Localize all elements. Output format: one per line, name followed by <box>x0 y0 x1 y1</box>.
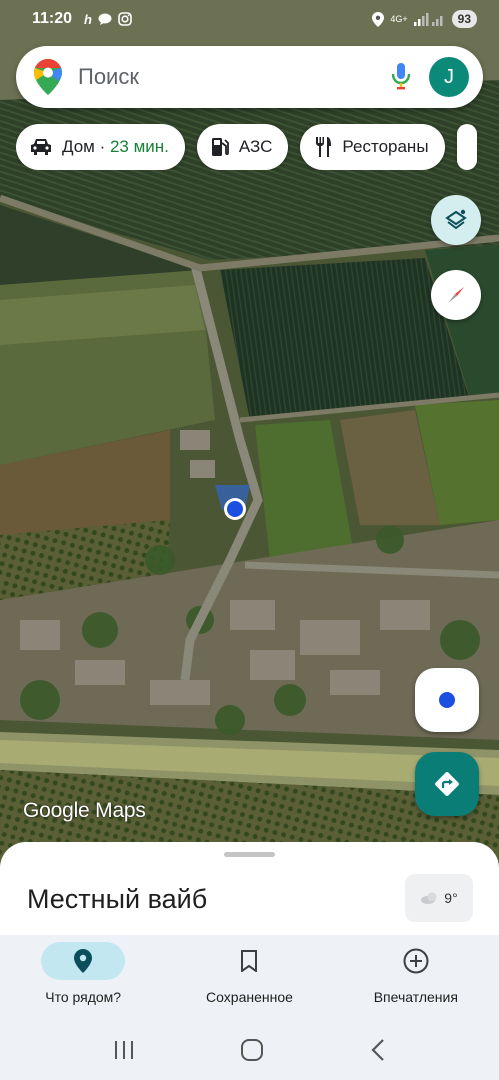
gas-station-icon <box>211 137 229 157</box>
compass-button[interactable] <box>431 270 481 320</box>
my-location-icon <box>439 692 455 708</box>
nav-explore-label: Что рядом? <box>45 989 122 1005</box>
nav-contribute-label: Впечатления <box>373 989 458 1005</box>
chip-restaurants[interactable]: Рестораны <box>300 124 445 170</box>
bottom-navigation: Что рядом? Сохраненное Впечатления <box>0 935 499 1020</box>
signal-icon <box>413 13 443 26</box>
compass-icon <box>448 287 464 303</box>
nav-saved[interactable]: Сохраненное <box>166 935 332 1020</box>
chip-home-label: Дом <box>62 137 95 156</box>
nav-contribute[interactable]: Впечатления <box>333 935 499 1020</box>
clock: 11:20 <box>32 10 73 27</box>
chip-home-eta: 23 мин. <box>109 137 169 156</box>
restaurant-icon <box>314 136 332 158</box>
nav-saved-label: Сохраненное <box>206 989 293 1005</box>
microphone-icon[interactable] <box>391 62 411 92</box>
directions-icon <box>435 772 459 796</box>
recent-apps-icon[interactable] <box>113 1040 135 1060</box>
google-maps-pin-icon <box>34 59 62 95</box>
sheet-title: Местный вайб <box>27 884 208 914</box>
chip-gas-label: АЗС <box>238 137 273 156</box>
pin-icon <box>74 949 93 973</box>
home-icon[interactable] <box>240 1038 264 1062</box>
network-type: 4G+ <box>390 13 408 24</box>
status-bar: 11:20 h 4G+ 93 <box>0 0 499 38</box>
search-input[interactable]: Поиск <box>78 64 391 90</box>
plus-circle-icon <box>403 948 429 974</box>
bottom-sheet[interactable]: Местный вайб 9° <box>0 842 499 942</box>
nav-explore-icon-wrap <box>41 942 126 980</box>
battery-indicator: 93 <box>451 10 477 28</box>
bookmark-icon <box>241 950 258 972</box>
directions-button[interactable] <box>415 752 479 816</box>
chip-restaurants-label: Рестораны <box>342 137 429 156</box>
account-avatar[interactable]: J <box>429 57 469 97</box>
cloud-icon <box>421 892 437 904</box>
search-bar[interactable]: Поиск J <box>16 46 483 108</box>
system-navigation-bar <box>0 1020 499 1080</box>
h-app-icon: h <box>84 11 92 27</box>
weather-temp: 9° <box>444 890 458 906</box>
category-chips: Дом · 23 мин. АЗС Рестораны <box>16 124 499 170</box>
my-location-button[interactable] <box>415 668 479 732</box>
instagram-icon <box>118 12 132 26</box>
nav-contribute-icon-wrap <box>374 942 458 980</box>
chat-bubble-icon <box>98 13 112 25</box>
layers-button[interactable] <box>431 195 481 245</box>
car-icon <box>30 138 52 156</box>
weather-badge[interactable]: 9° <box>405 874 473 922</box>
nav-saved-icon-wrap <box>207 942 291 980</box>
google-maps-attribution: Google Maps <box>23 799 146 822</box>
sheet-drag-handle[interactable] <box>224 852 275 857</box>
nav-explore[interactable]: Что рядом? <box>0 935 166 1020</box>
layers-icon <box>445 209 467 230</box>
chip-gas-stations[interactable]: АЗС <box>196 124 289 170</box>
location-status-icon <box>372 11 385 27</box>
back-icon[interactable] <box>370 1038 386 1062</box>
chip-home[interactable]: Дом · 23 мин. <box>16 124 185 170</box>
chip-more[interactable] <box>456 124 477 170</box>
